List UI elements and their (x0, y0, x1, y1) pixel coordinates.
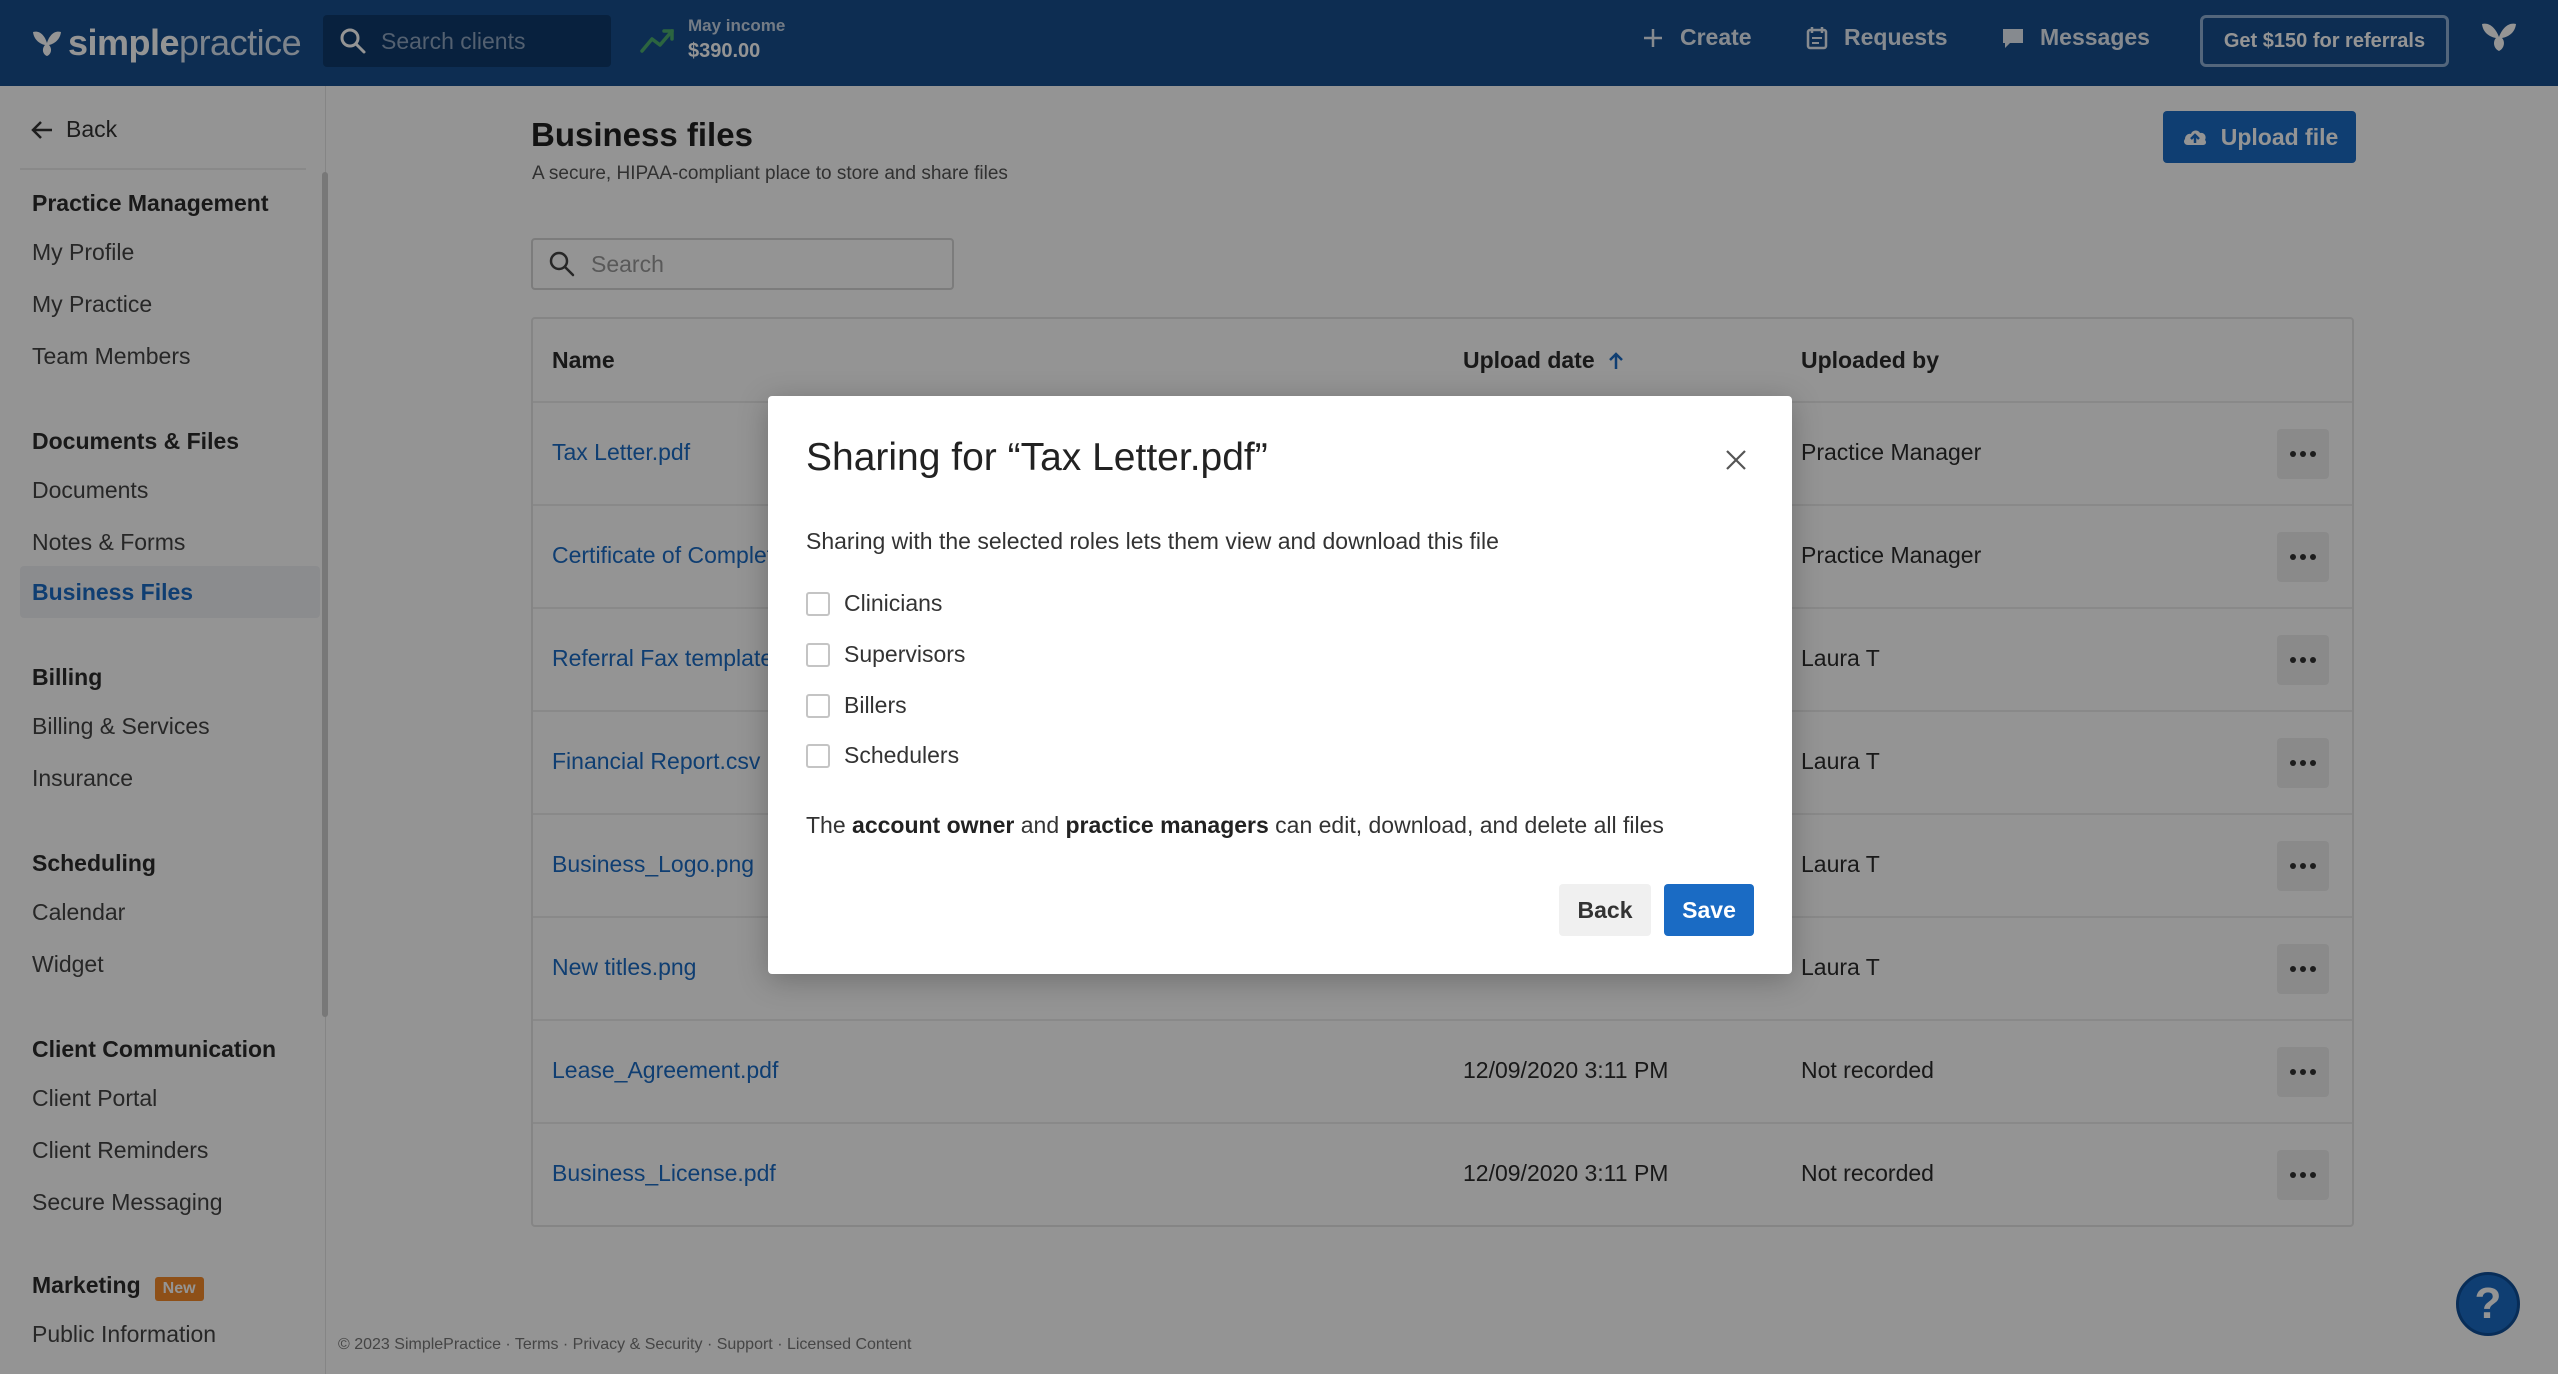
modal-description: Sharing with the selected roles lets the… (806, 528, 1499, 554)
role-label: Schedulers (844, 742, 960, 768)
role-checkbox-schedulers[interactable]: Schedulers (806, 742, 959, 769)
role-label: Clinicians (844, 590, 943, 616)
note-practice-managers: practice managers (1065, 812, 1269, 838)
close-icon[interactable] (1722, 446, 1750, 474)
note-account-owner: account owner (852, 812, 1015, 838)
role-label: Billers (844, 692, 907, 718)
modal-title: Sharing for “Tax Letter.pdf” (806, 436, 1268, 479)
role-checkbox-clinicians[interactable]: Clinicians (806, 590, 942, 617)
sharing-modal: Sharing for “Tax Letter.pdf” Sharing wit… (768, 396, 1792, 974)
role-checkbox-billers[interactable]: Billers (806, 692, 907, 719)
role-label: Supervisors (844, 641, 966, 667)
checkbox[interactable] (806, 743, 830, 768)
note-suffix: can edit, download, and delete all files (1268, 812, 1664, 838)
note-prefix: The (806, 812, 853, 838)
role-checkbox-supervisors[interactable]: Supervisors (806, 641, 965, 668)
modal-back-button[interactable]: Back (1559, 884, 1651, 936)
checkbox[interactable] (806, 642, 830, 667)
modal-save-button[interactable]: Save (1664, 884, 1754, 936)
permissions-note: The account owner and practice managers … (806, 812, 1664, 839)
checkbox[interactable] (806, 693, 830, 718)
note-and: and (1014, 812, 1066, 838)
checkbox[interactable] (806, 591, 830, 616)
